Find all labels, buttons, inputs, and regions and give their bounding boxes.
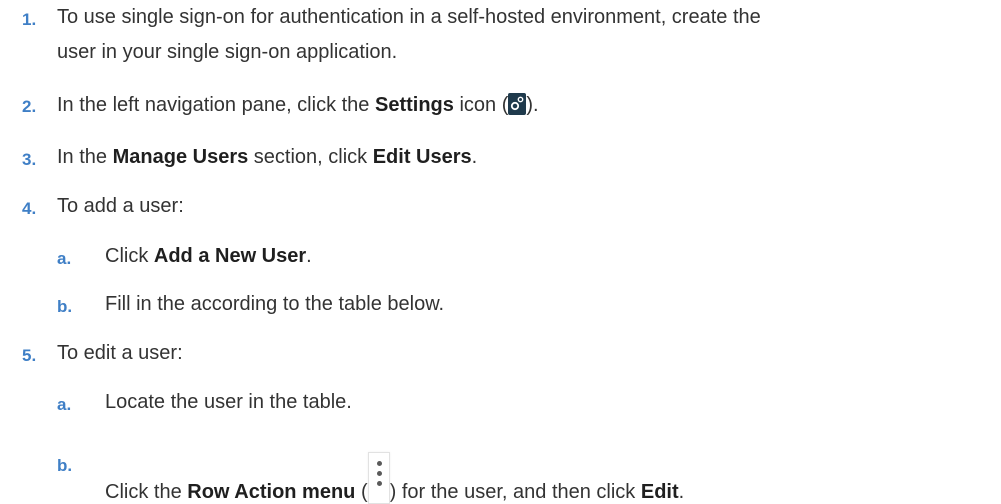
manage-users-label: Manage Users bbox=[112, 146, 249, 168]
step-3-mid: section, click bbox=[248, 146, 373, 168]
settings-icon bbox=[508, 93, 527, 115]
step-1-number: 1. bbox=[22, 10, 37, 29]
step-3-number: 3. bbox=[22, 150, 37, 169]
step-1-text-line-1: To use single sign-on for authentication… bbox=[57, 6, 761, 28]
step-2-number: 2. bbox=[22, 97, 37, 116]
step-4-text: To add a user: bbox=[57, 195, 184, 217]
step-2-text: In the left navigation pane, click the S… bbox=[57, 93, 539, 117]
step-4b-text: Fill in the according to the table below… bbox=[105, 293, 445, 315]
step-3-pre: In the bbox=[57, 146, 113, 168]
step-5b-text: Click the Row Action menu ( ) for the use… bbox=[105, 452, 684, 504]
step-2-pre: In the left navigation pane, click the bbox=[57, 94, 375, 116]
step-5b-open-paren: ( bbox=[355, 481, 368, 503]
step-2-post: ). bbox=[526, 94, 539, 116]
step-3-text: In the Manage Users section, click Edit … bbox=[57, 146, 477, 169]
step-2-mid: icon ( bbox=[453, 94, 509, 116]
step-4b-letter: b. bbox=[57, 297, 73, 316]
settings-label: Settings bbox=[374, 94, 454, 116]
step-4a-letter: a. bbox=[57, 249, 72, 268]
edit-users-label: Edit Users bbox=[372, 146, 472, 168]
step-1-text-line-2: user in your single sign-on application. bbox=[57, 41, 398, 63]
step-5b-pre: Click the bbox=[105, 481, 188, 503]
add-new-user-label: Add a New User bbox=[153, 245, 307, 267]
edit-label: Edit bbox=[640, 481, 679, 503]
row-action-menu-label: Row Action menu bbox=[187, 481, 356, 503]
step-5b-post: . bbox=[678, 481, 685, 503]
step-5b-letter: b. bbox=[57, 456, 73, 475]
step-4a-post: . bbox=[306, 245, 312, 267]
step-3-post: . bbox=[471, 146, 478, 168]
step-5a-text: Locate the user in the table. bbox=[105, 391, 352, 413]
step-5-text: To edit a user: bbox=[57, 342, 183, 364]
step-4-number: 4. bbox=[22, 199, 37, 218]
step-5-number: 5. bbox=[22, 346, 37, 365]
vertical-ellipsis-icon bbox=[367, 452, 390, 504]
step-5b-mid: ) for the user, and then click bbox=[389, 481, 641, 503]
step-4a-text: Click Add a New User. bbox=[105, 245, 312, 268]
step-5a-letter: a. bbox=[57, 395, 72, 414]
step-4a-pre: Click bbox=[105, 245, 154, 267]
